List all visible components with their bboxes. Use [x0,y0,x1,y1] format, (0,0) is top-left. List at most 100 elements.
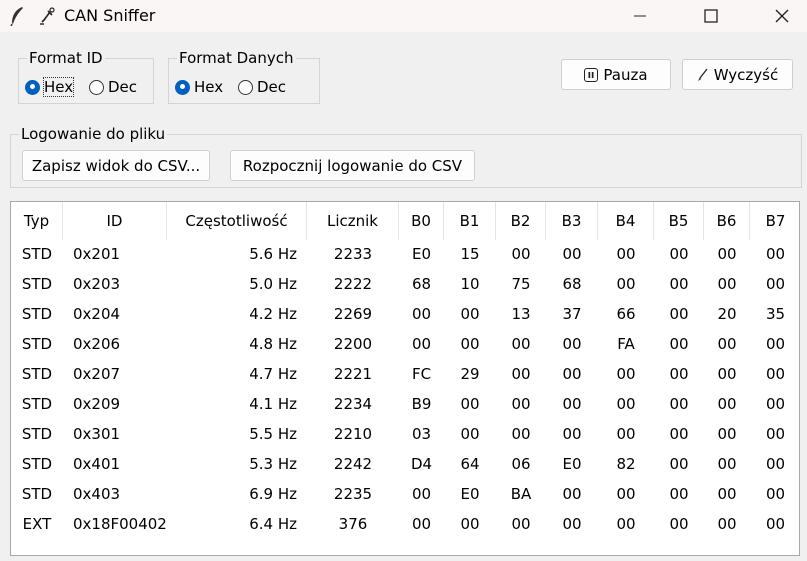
cell-b6: 00 [717,275,737,293]
table-row[interactable]: STD 0x204 4.2 Hz 2269 00 00 13 37 66 00 20 35 [11,299,799,329]
maximize-button[interactable] [688,0,734,32]
cell-id: 0x18F00402 [73,515,167,533]
cell-counter: 2234 [333,395,373,413]
pause-button[interactable]: Pauza [561,59,671,90]
cell-b3: 00 [562,365,582,383]
cell-b6: 00 [717,395,737,413]
format-id-hex-radio[interactable]: Hex [25,77,75,97]
pause-icon [584,67,599,82]
cell-b7: 00 [765,335,786,353]
close-icon [775,9,789,23]
cell-b1: 15 [460,245,480,263]
cell-id: 0x203 [73,275,121,293]
can-messages-table[interactable]: Typ ID Częstotliwość Licznik B0 B1 B2 B3… [10,201,800,556]
cell-counter: 2269 [333,305,373,323]
cell-counter: 2210 [333,425,373,443]
column-header-b0[interactable]: B0 [399,202,444,240]
table-row[interactable]: STD 0x401 5.3 Hz 2242 D4 64 06 E0 82 00 00 00 [11,449,799,479]
column-header-b7[interactable]: B7 [750,202,799,240]
cell-b4: FA [617,335,635,353]
cell-counter: 2233 [333,245,373,263]
cell-b1: E0 [460,485,480,503]
clear-button[interactable]: Wyczyść [682,59,793,90]
column-header-b4[interactable]: B4 [598,202,654,240]
cell-b0: E0 [411,245,432,263]
column-header-id[interactable]: ID [63,202,167,240]
cell-b4: 00 [616,515,636,533]
cell-b3: 37 [562,305,582,323]
cell-frequency: 6.4 Hz [249,515,297,533]
cell-b0: 00 [411,305,432,323]
save-view-csv-button[interactable]: Zapisz widok do CSV... [22,150,210,181]
cell-b5: 00 [669,515,689,533]
start-csv-logging-button[interactable]: Rozpocznij logowanie do CSV [230,150,475,181]
app-icon [38,6,56,26]
pause-button-label: Pauza [603,65,648,84]
format-data-dec-radio[interactable]: Dec [238,78,286,96]
cell-b1: 00 [460,305,480,323]
table-row[interactable]: STD 0x207 4.7 Hz 2221 FC 29 00 00 00 00 00 00 [11,359,799,389]
column-header-type[interactable]: Typ [11,202,63,240]
column-header-b3[interactable]: B3 [546,202,598,240]
feather-icon [9,6,25,27]
column-header-b2[interactable]: B2 [496,202,546,240]
cell-id: 0x204 [73,305,121,323]
cell-type: STD [21,485,53,503]
cell-b7: 00 [765,395,786,413]
cell-b1: 00 [460,425,480,443]
column-header-b1[interactable]: B1 [444,202,496,240]
cell-b2: 06 [511,455,531,473]
cell-b0: 00 [411,515,432,533]
radio-unselected-icon [238,79,253,95]
cell-b0: 00 [411,485,432,503]
close-button[interactable] [759,0,805,32]
cell-id: 0x209 [73,395,121,413]
format-data-hex-radio[interactable]: Hex [175,78,223,96]
table-row[interactable]: STD 0x301 5.5 Hz 2210 03 00 00 00 00 00 00 00 [11,419,799,449]
cell-b4: 00 [616,245,636,263]
cell-b2: 00 [511,515,531,533]
format-id-hex-label: Hex [42,77,75,97]
cell-counter: 2200 [333,335,373,353]
column-header-b6[interactable]: B6 [704,202,750,240]
table-row[interactable]: STD 0x209 4.1 Hz 2234 B9 00 00 00 00 00 00 00 [11,389,799,419]
table-row[interactable]: EXT 0x18F00402 6.4 Hz 376 00 00 00 00 00 00 00 00 [11,509,799,539]
table-row[interactable]: STD 0x206 4.8 Hz 2200 00 00 00 00 FA 00 00 00 [11,329,799,359]
column-header-b5[interactable]: B5 [654,202,704,240]
cell-b2: 00 [511,365,531,383]
cell-b0: 00 [411,335,432,353]
cell-b5: 00 [669,425,689,443]
format-data-legend: Format Danych [177,48,296,68]
cell-b7: 00 [765,455,786,473]
cell-b7: 00 [765,485,786,503]
cell-b6: 00 [717,335,737,353]
cell-frequency: 5.6 Hz [249,245,297,263]
clear-button-label: Wyczyść [713,65,779,84]
cell-counter: 2235 [333,485,373,503]
table-row[interactable]: STD 0x203 5.0 Hz 2222 68 10 75 68 00 00 00 00 [11,269,799,299]
cell-b6: 00 [717,425,737,443]
cell-b4: 00 [616,485,636,503]
title-bar: CAN Sniffer [0,0,807,32]
table-row[interactable]: STD 0x201 5.6 Hz 2233 E0 15 00 00 00 00 00 00 [11,239,799,269]
cell-b1: 29 [460,365,480,383]
format-data-hex-label: Hex [194,78,224,96]
cell-b5: 00 [669,275,689,293]
cell-counter: 2222 [333,275,373,293]
cell-b2: 00 [511,245,531,263]
cell-b2: 13 [511,305,531,323]
cell-b3: E0 [562,455,582,473]
format-data-dec-label: Dec [257,78,287,96]
column-header-counter[interactable]: Licznik [307,202,399,240]
column-header-frequency[interactable]: Częstotliwość [167,202,307,240]
cell-b2: 75 [511,275,531,293]
table-row[interactable]: STD 0x403 6.9 Hz 2235 00 E0 BA 00 00 00 00 00 [11,479,799,509]
cell-b3: 68 [562,275,582,293]
cell-counter: 376 [338,515,368,533]
cell-id: 0x206 [73,335,121,353]
cell-frequency: 4.7 Hz [249,365,297,383]
cell-b5: 00 [669,485,689,503]
format-id-dec-radio[interactable]: Dec [89,78,137,96]
minimize-button[interactable] [617,0,663,32]
cell-b6: 00 [717,455,737,473]
